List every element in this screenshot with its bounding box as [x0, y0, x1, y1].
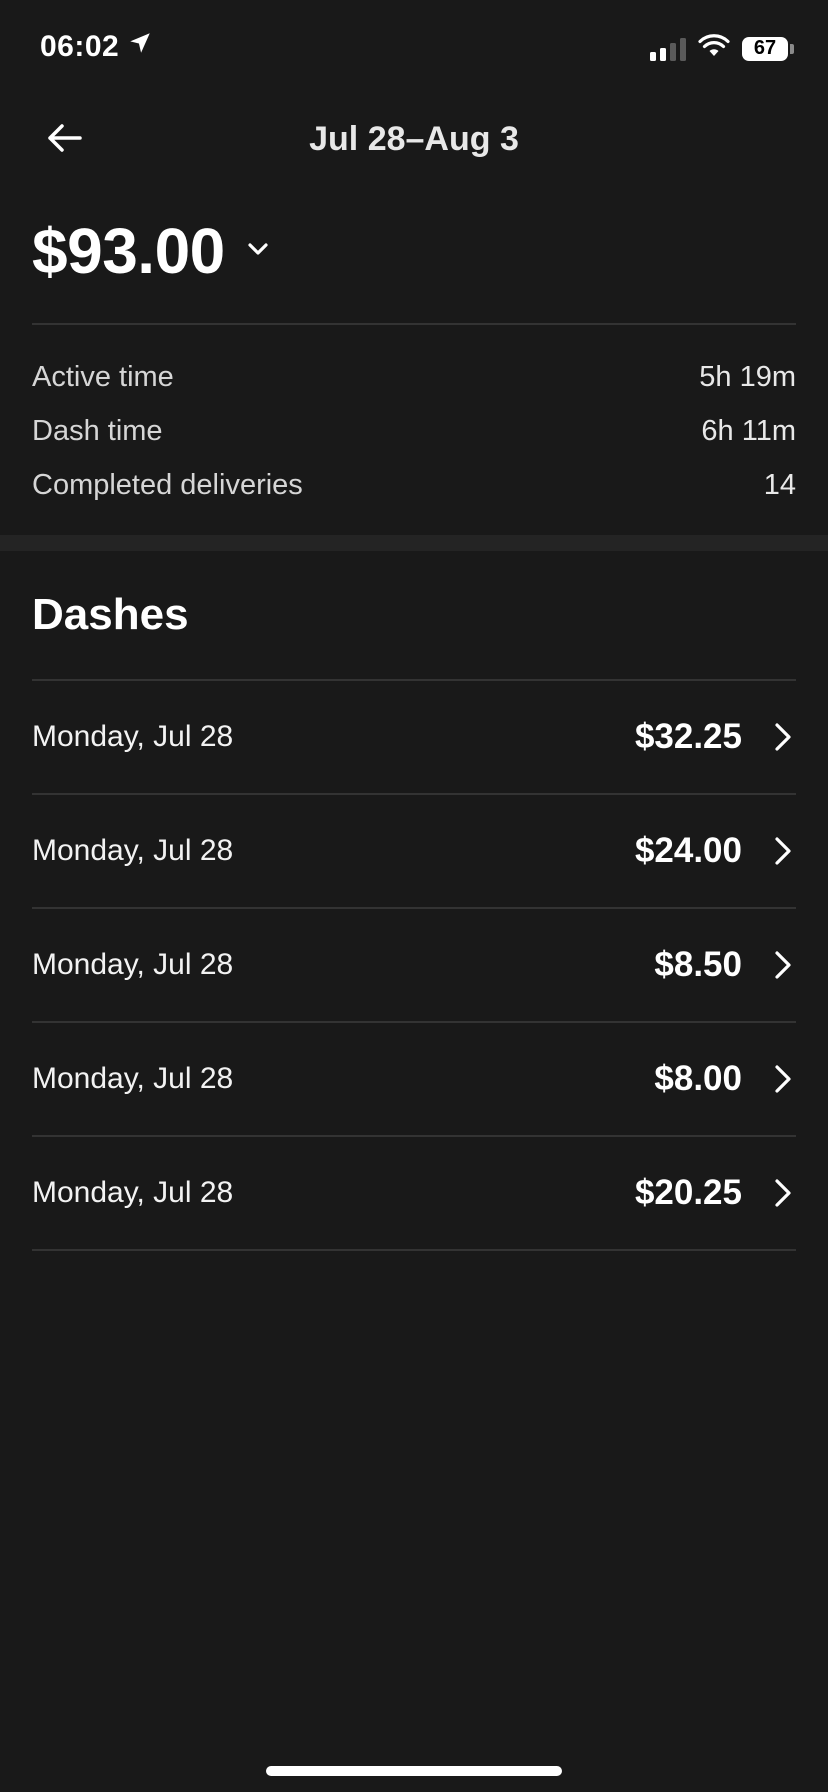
stat-row-dash-time: Dash time 6h 11m [32, 404, 796, 458]
signal-icon [650, 37, 686, 61]
dash-amount: $8.50 [654, 945, 742, 984]
nav-bar: Jul 28–Aug 3 [0, 100, 828, 180]
total-earnings: $93.00 [32, 215, 225, 287]
stat-value: 14 [763, 468, 796, 501]
chevron-down-icon [247, 242, 269, 261]
stat-label: Completed deliveries [32, 468, 303, 501]
stat-row-completed-deliveries: Completed deliveries 14 [32, 458, 796, 512]
stat-value: 6h 11m [701, 414, 796, 447]
stat-label: Dash time [32, 414, 163, 447]
dash-amount: $32.25 [634, 717, 742, 756]
home-indicator[interactable] [266, 1766, 562, 1776]
status-icons: 67 [650, 34, 794, 63]
dash-list-item[interactable]: Monday, Jul 28 $32.25 [32, 679, 796, 793]
battery-level: 67 [742, 36, 788, 61]
battery-icon: 67 [742, 36, 794, 61]
dash-date: Monday, Jul 28 [32, 834, 234, 867]
total-earnings-toggle[interactable]: $93.00 [32, 214, 269, 288]
chevron-right-icon [770, 1064, 796, 1094]
wifi-icon [698, 34, 730, 63]
status-time-group: 06:02 [40, 30, 153, 64]
dash-list-item[interactable]: Monday, Jul 28 $8.50 [32, 907, 796, 1021]
dashes-heading: Dashes [32, 590, 189, 639]
dash-list-item[interactable]: Monday, Jul 28 $24.00 [32, 793, 796, 907]
stat-label: Active time [32, 360, 174, 393]
dash-amount: $8.00 [654, 1059, 742, 1098]
dash-list-item[interactable]: Monday, Jul 28 $20.25 [32, 1135, 796, 1251]
chevron-right-icon [770, 722, 796, 752]
location-arrow-icon [127, 30, 153, 64]
chevron-right-icon [770, 1178, 796, 1208]
dash-date: Monday, Jul 28 [32, 1062, 234, 1095]
stats-list: Active time 5h 19m Dash time 6h 11m Comp… [32, 350, 796, 512]
dash-list: Monday, Jul 28 $32.25 Monday, Jul 28 $24… [32, 679, 796, 1251]
stat-row-active-time: Active time 5h 19m [32, 350, 796, 404]
divider [32, 323, 796, 325]
dash-amount: $24.00 [634, 831, 742, 870]
section-separator [0, 535, 828, 551]
chevron-right-icon [770, 836, 796, 866]
page-title: Jul 28–Aug 3 [309, 120, 519, 158]
dash-date: Monday, Jul 28 [32, 720, 234, 753]
dash-list-item[interactable]: Monday, Jul 28 $8.00 [32, 1021, 796, 1135]
dash-date: Monday, Jul 28 [32, 1176, 234, 1209]
chevron-right-icon [770, 950, 796, 980]
status-bar: 06:02 67 [0, 0, 828, 100]
dash-date: Monday, Jul 28 [32, 948, 234, 981]
stat-value: 5h 19m [699, 360, 796, 393]
dash-amount: $20.25 [634, 1173, 742, 1212]
status-time: 06:02 [40, 30, 120, 63]
